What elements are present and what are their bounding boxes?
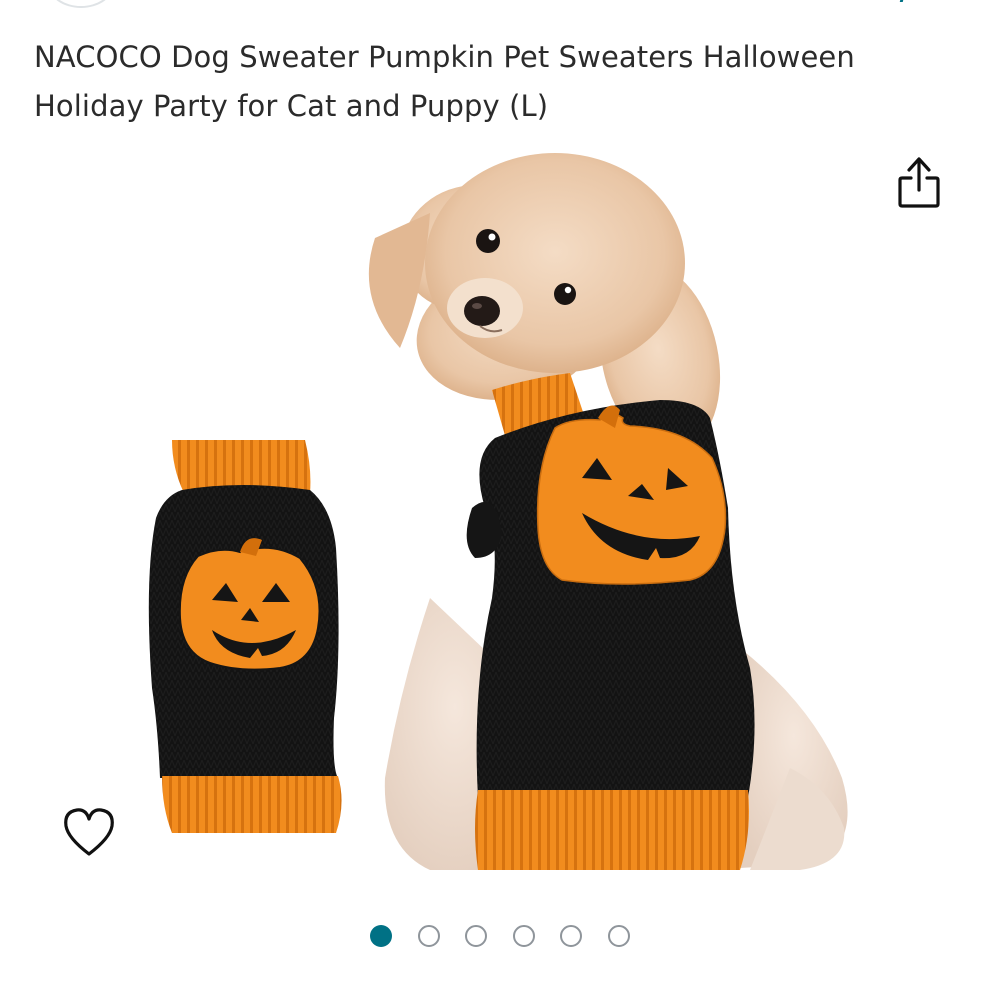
heart-outline-icon [64,808,114,856]
flat-sweater [148,440,342,833]
product-title: NACOCO Dog Sweater Pumpkin Pet Sweaters … [34,40,855,123]
carousel-dot[interactable] [465,925,488,947]
worn-sweater [466,373,755,870]
carousel-dot[interactable] [417,925,440,947]
wishlist-button[interactable] [58,802,120,862]
product-image[interactable] [100,128,900,888]
store-link-edge [891,0,906,2]
top-bar-fragment [0,0,1000,12]
carousel-dot[interactable] [370,925,393,947]
product-photo [148,153,848,870]
pumpkin-graphic-flat [178,538,321,671]
image-carousel-dots [0,925,1000,955]
store-logo-edge [48,0,114,8]
carousel-dot[interactable] [560,925,583,947]
carousel-dot[interactable] [512,925,535,947]
carousel-dot[interactable] [607,925,630,947]
